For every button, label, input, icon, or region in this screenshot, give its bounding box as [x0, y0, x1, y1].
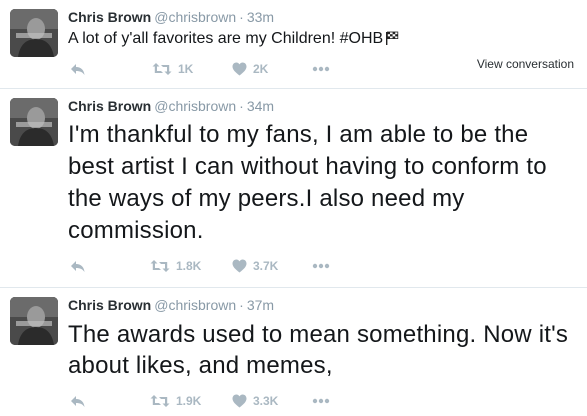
username[interactable]: @chrisbrown [154, 9, 236, 25]
username[interactable]: @chrisbrown [154, 297, 236, 313]
reply-icon [70, 259, 86, 273]
tweet-actions: 1.8K 3.7K [68, 257, 568, 275]
timestamp[interactable]: 34m [247, 98, 274, 114]
like-count: 2K [253, 62, 269, 76]
tweet-header: Chris Brown @chrisbrown · 37m [68, 296, 274, 314]
retweet-count: 1.8K [176, 259, 202, 273]
reply-icon [70, 62, 86, 76]
heart-icon [232, 394, 247, 408]
avatar[interactable] [10, 9, 58, 57]
avatar[interactable] [10, 98, 58, 146]
reply-icon [70, 394, 86, 408]
avatar-image [10, 9, 58, 57]
tweet[interactable]: Chris Brown @chrisbrown · 34m I'm thankful … [0, 89, 587, 287]
tweet[interactable]: Chris Brown @chrisbrown · 33m A lot of y'al… [0, 0, 587, 88]
like-count: 3.7K [253, 259, 279, 273]
tweet-text-wrapper: A lot of y'all favorites are my Children… [68, 28, 568, 51]
tweet[interactable]: Chris Brown @chrisbrown · 37m The awards us… [0, 288, 587, 416]
retweet-button[interactable]: 1.9K [150, 392, 201, 410]
view-conversation-link[interactable]: View conversation [477, 57, 574, 71]
more-button[interactable] [312, 392, 330, 410]
separator-dot: · [239, 98, 244, 114]
retweet-count: 1K [178, 62, 194, 76]
display-name[interactable]: Chris Brown [68, 98, 151, 114]
retweet-count: 1.9K [176, 394, 202, 408]
tweet-timeline: Chris Brown @chrisbrown · 33m A lot of y'al… [0, 0, 587, 416]
like-count: 3.3K [253, 394, 279, 408]
tweet-text: I'm thankful to my fans, I am able to be… [68, 121, 547, 244]
separator-dot: · [239, 297, 244, 313]
retweet-button[interactable]: 1.8K [150, 257, 201, 275]
like-button[interactable]: 3.3K [232, 392, 278, 410]
like-button[interactable]: 2K [232, 60, 268, 78]
retweet-icon [152, 62, 172, 76]
tweet-header: Chris Brown @chrisbrown · 33m [68, 8, 274, 26]
more-button[interactable] [312, 257, 330, 275]
username[interactable]: @chrisbrown [154, 98, 236, 114]
like-button[interactable]: 3.7K [232, 257, 278, 275]
reply-button[interactable] [70, 60, 86, 78]
reply-button[interactable] [70, 392, 86, 410]
avatar-image [10, 98, 58, 146]
retweet-icon [150, 259, 170, 273]
reply-button[interactable] [70, 257, 86, 275]
tweet-header: Chris Brown @chrisbrown · 34m [68, 97, 274, 115]
tweet-text: The awards used to mean something. Now i… [68, 321, 569, 379]
tweet-text: A lot of y'all favorites are my Children… [68, 30, 384, 47]
more-dots-icon [312, 398, 330, 404]
avatar-image [10, 297, 58, 345]
retweet-icon [150, 394, 170, 408]
separator-dot: · [239, 9, 244, 25]
timestamp[interactable]: 33m [247, 9, 274, 25]
heart-icon [232, 259, 247, 273]
checkered-flag-icon [385, 30, 399, 51]
display-name[interactable]: Chris Brown [68, 297, 151, 313]
retweet-button[interactable]: 1K [152, 60, 193, 78]
more-button[interactable] [312, 60, 330, 78]
display-name[interactable]: Chris Brown [68, 9, 151, 25]
more-dots-icon [312, 263, 330, 269]
timestamp[interactable]: 37m [247, 297, 274, 313]
avatar[interactable] [10, 297, 58, 345]
tweet-actions: 1.9K 3.3K [68, 392, 568, 410]
more-dots-icon [312, 66, 330, 72]
heart-icon [232, 62, 247, 76]
